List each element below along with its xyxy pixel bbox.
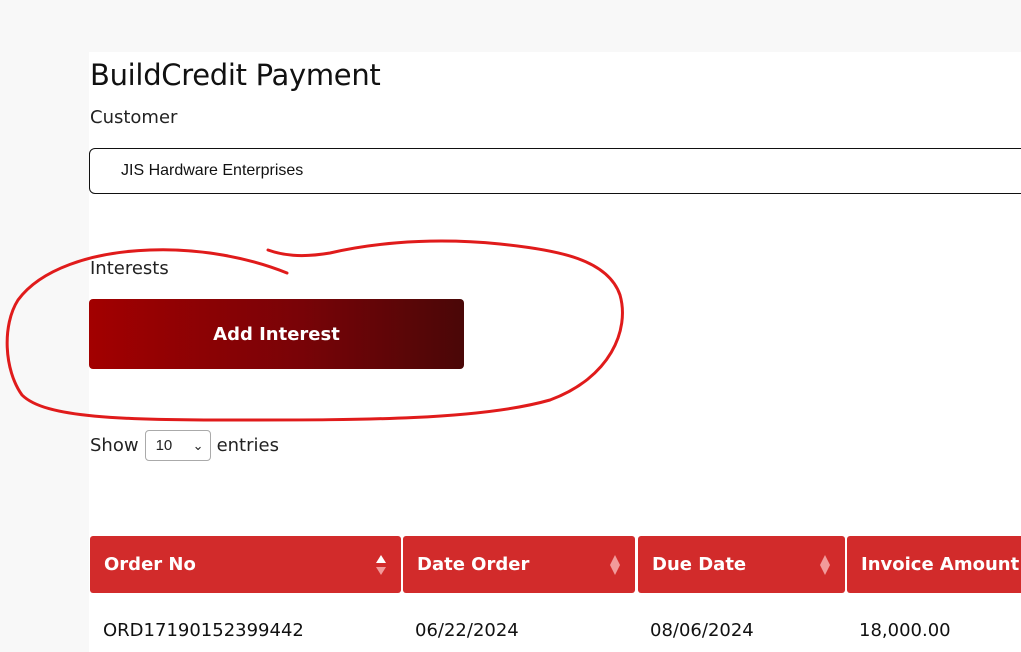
customer-label: Customer: [90, 107, 178, 128]
column-header-date-order[interactable]: Date Order: [403, 536, 635, 593]
column-header-label: Date Order: [417, 554, 530, 575]
cell-date-order: 06/22/2024: [415, 620, 519, 641]
chevron-down-icon: ⌄: [192, 437, 204, 453]
cell-invoice-amount: 18,000.00: [859, 620, 951, 641]
add-interest-button[interactable]: Add Interest: [89, 299, 464, 369]
column-header-order-no[interactable]: Order No: [90, 536, 401, 593]
sort-both-icon: [819, 536, 831, 593]
cell-due-date: 08/06/2024: [650, 620, 754, 641]
entries-label: entries: [216, 435, 279, 456]
column-header-label: Invoice Amount: [861, 554, 1020, 575]
column-header-label: Order No: [104, 554, 196, 575]
sort-both-icon: [609, 536, 621, 593]
entries-length-value: 10: [155, 437, 173, 454]
customer-select[interactable]: JIS Hardware Enterprises: [89, 148, 1021, 194]
cell-order-no: ORD17190152399442: [103, 620, 304, 641]
page-title: BuildCredit Payment: [90, 58, 381, 92]
interests-label: Interests: [90, 258, 169, 279]
column-header-label: Due Date: [652, 554, 747, 575]
sort-asc-icon: [375, 536, 387, 593]
entries-length-control: Show 10 ⌄ entries: [90, 430, 279, 461]
customer-select-value: JIS Hardware Enterprises: [121, 162, 304, 179]
entries-length-select[interactable]: 10 ⌄: [144, 430, 211, 461]
show-label: Show: [90, 435, 139, 456]
column-header-due-date[interactable]: Due Date: [638, 536, 845, 593]
column-header-invoice-amount[interactable]: Invoice Amount: [847, 536, 1021, 593]
